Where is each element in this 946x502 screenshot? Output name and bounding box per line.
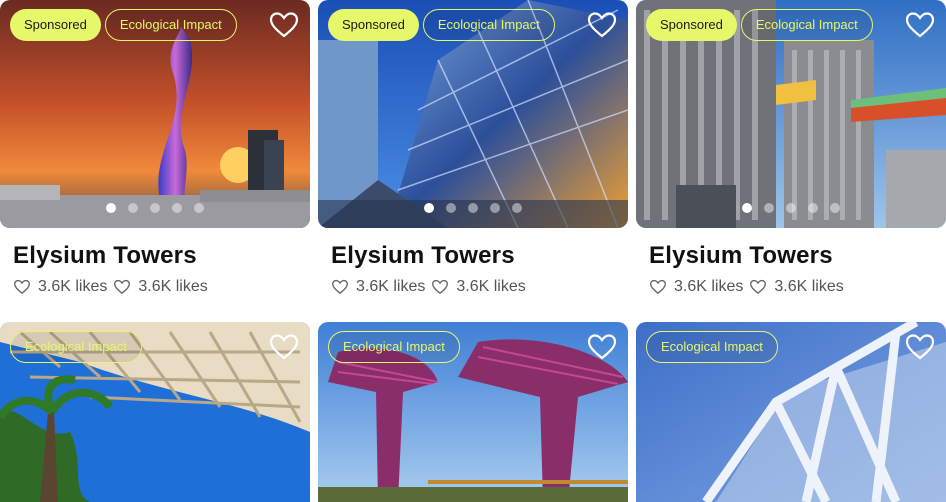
carousel-dot[interactable] xyxy=(194,203,204,213)
ecological-impact-badge[interactable]: Ecological Impact xyxy=(10,331,142,363)
heart-outline-icon xyxy=(432,279,449,295)
carousel-dot[interactable] xyxy=(424,203,434,213)
heart-outline-icon xyxy=(650,279,666,295)
like-count[interactable]: 3.6K likes xyxy=(113,278,208,296)
sponsored-badge: Sponsored xyxy=(646,9,737,41)
carousel-dot[interactable] xyxy=(786,203,796,213)
carousel-dot[interactable] xyxy=(128,203,138,213)
carousel-dots xyxy=(106,203,204,213)
card-image[interactable]: Sponsored Ecological Impact xyxy=(318,0,628,228)
like-count-text: 3.6K likes xyxy=(774,278,844,295)
carousel-dot[interactable] xyxy=(106,203,116,213)
building-card[interactable]: Ecological Impact xyxy=(318,322,628,502)
carousel-dot[interactable] xyxy=(490,203,500,213)
card-image[interactable]: Ecological Impact xyxy=(318,322,628,502)
building-card[interactable]: Sponsored Ecological Impact Elysium Towe… xyxy=(318,0,628,296)
carousel-dots xyxy=(424,203,522,213)
building-card[interactable]: Sponsored Ecological Impact Elysium Towe… xyxy=(636,0,946,296)
carousel-dot[interactable] xyxy=(150,203,160,213)
heart-icon[interactable] xyxy=(268,331,300,363)
heart-outline-icon xyxy=(114,279,131,295)
heart-outline-icon xyxy=(750,279,767,295)
sponsored-badge: Sponsored xyxy=(10,9,101,41)
heart-outline-icon xyxy=(14,279,30,295)
heart-icon[interactable] xyxy=(904,9,936,41)
like-count-text: 3.6K likes xyxy=(356,278,426,295)
card-title[interactable]: Elysium Towers xyxy=(13,242,310,270)
carousel-dot[interactable] xyxy=(808,203,818,213)
carousel-dot[interactable] xyxy=(512,203,522,213)
like-count[interactable]: 3.6K likes xyxy=(331,278,425,296)
carousel-dots xyxy=(742,203,840,213)
heart-outline-icon xyxy=(332,279,348,295)
heart-icon[interactable] xyxy=(904,331,936,363)
carousel-dot[interactable] xyxy=(468,203,478,213)
card-image[interactable]: Ecological Impact xyxy=(636,322,946,502)
like-count-text: 3.6K likes xyxy=(674,278,744,295)
likes-row: 3.6K likes 3.6K likes xyxy=(649,278,946,296)
ecological-impact-badge[interactable]: Ecological Impact xyxy=(646,331,778,363)
carousel-dot[interactable] xyxy=(764,203,774,213)
like-count-text: 3.6K likes xyxy=(38,278,108,295)
heart-icon[interactable] xyxy=(268,9,300,41)
building-card[interactable]: Ecological Impact xyxy=(636,322,946,502)
like-count-text: 3.6K likes xyxy=(138,278,208,295)
like-count[interactable]: 3.6K likes xyxy=(649,278,743,296)
like-count[interactable]: 3.6K likes xyxy=(749,278,844,296)
like-count[interactable]: 3.6K likes xyxy=(13,278,107,296)
ecological-impact-badge[interactable]: Ecological Impact xyxy=(328,331,460,363)
likes-row: 3.6K likes 3.6K likes xyxy=(331,278,628,296)
card-title[interactable]: Elysium Towers xyxy=(649,242,946,270)
card-image[interactable]: Ecological Impact xyxy=(0,322,310,502)
ecological-impact-badge[interactable]: Ecological Impact xyxy=(422,9,555,41)
heart-icon[interactable] xyxy=(586,331,618,363)
heart-icon[interactable] xyxy=(586,9,618,41)
ecological-impact-badge[interactable]: Ecological Impact xyxy=(104,9,237,41)
building-card[interactable]: Ecological Impact xyxy=(0,322,310,502)
card-image[interactable]: Sponsored Ecological Impact xyxy=(636,0,946,228)
likes-row: 3.6K likes 3.6K likes xyxy=(13,278,310,296)
like-count-text: 3.6K likes xyxy=(456,278,526,295)
carousel-dot[interactable] xyxy=(172,203,182,213)
card-image[interactable]: Sponsored Ecological Impact xyxy=(0,0,310,228)
like-count[interactable]: 3.6K likes xyxy=(431,278,526,296)
card-title[interactable]: Elysium Towers xyxy=(331,242,628,270)
carousel-dot[interactable] xyxy=(830,203,840,213)
ecological-impact-badge[interactable]: Ecological Impact xyxy=(740,9,873,41)
carousel-dot[interactable] xyxy=(742,203,752,213)
carousel-dot[interactable] xyxy=(446,203,456,213)
building-card[interactable]: Sponsored Ecological Impact Elysium Towe… xyxy=(0,0,310,296)
sponsored-badge: Sponsored xyxy=(328,9,419,41)
